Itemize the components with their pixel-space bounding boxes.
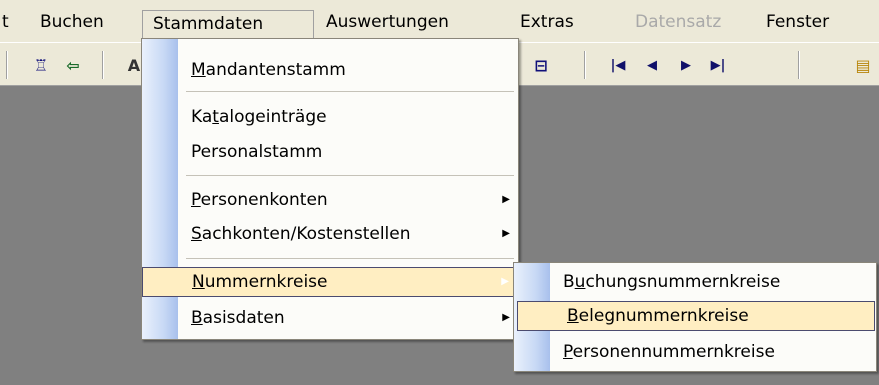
accel-key: N (192, 272, 205, 292)
next-record-icon[interactable]: ▶ (676, 55, 696, 75)
submenu-arrow-icon: ▶ (502, 228, 510, 239)
accel-key: P (563, 342, 573, 362)
menu-item-nummernkreise[interactable]: Nummernkreise ▶ (142, 267, 518, 297)
menu-item-label: andantenstamm (205, 60, 346, 80)
menu-fenster[interactable]: Fenster (766, 10, 829, 34)
menu-item-label: elegnummernkreise (578, 306, 749, 326)
accel-key: S (191, 224, 202, 244)
grid-icon[interactable]: ⊟ (528, 55, 554, 75)
last-record-icon[interactable]: ▶| (706, 55, 730, 75)
menu-buchen[interactable]: Buchen (40, 10, 104, 34)
menu-bar: t Buchen Stammdaten Auswertungen Extras … (0, 0, 879, 42)
employee-icon[interactable]: ♖ (30, 55, 52, 75)
first-record-icon[interactable]: |◀ (606, 55, 630, 75)
menu-item-belegnummernkreise[interactable]: Belegnummernkreise (517, 301, 875, 331)
accel-key: M (191, 60, 206, 80)
menu-item-label: chungsnummernkreise (585, 272, 781, 292)
accel-key: u (574, 272, 586, 292)
submenu-arrow-icon: ▶ (502, 312, 510, 323)
menu-item-label: achkonten/Kostenstellen (201, 224, 411, 244)
menu-datensatz: Datensatz (635, 12, 722, 32)
menu-item-sachkonten[interactable]: Sachkonten/Kostenstellen ▶ (142, 219, 518, 249)
toolbar-separator (102, 51, 104, 79)
menu-item-mandantenstamm[interactable]: Mandantenstamm (142, 55, 518, 85)
menu-item-label: ummernkreise (204, 272, 328, 292)
submenu-arrow-icon: ▶ (501, 276, 509, 287)
menu-item-label: B (563, 272, 575, 292)
text-icon[interactable]: A (126, 55, 142, 75)
menu-item-label: ersonennummernkreise (572, 342, 775, 362)
import-icon[interactable]: ⇦ (62, 55, 84, 75)
menu-item-label: Personalstamm (191, 142, 323, 162)
menu-stammdaten[interactable]: Stammdaten (142, 10, 314, 38)
menu-item-basisdaten[interactable]: Basisdaten ▶ (142, 303, 518, 333)
accel-key: P (191, 190, 201, 210)
menu-item-personalstamm[interactable]: Personalstamm (142, 137, 518, 167)
menu-item-personennummernkreise[interactable]: Personennummernkreise (514, 337, 876, 367)
stammdaten-menu: Mandantenstamm Katalogeinträge Personals… (141, 38, 519, 340)
menu-item-katalogeintraege[interactable]: Katalogeinträge (142, 102, 518, 132)
menu-item-label: asisdaten (202, 308, 285, 328)
previous-record-icon[interactable]: ◀ (642, 55, 662, 75)
accel-key: t (212, 107, 219, 127)
toolbar-separator (584, 51, 586, 79)
clipboard-icon[interactable]: ▤ (852, 55, 874, 75)
menu-separator (186, 258, 514, 259)
nummernkreise-submenu: Buchungsnummernkreise Belegnummernkreise… (513, 262, 877, 372)
menu-item-label: alogeinträge (218, 107, 327, 127)
menu-extras[interactable]: Extras (520, 10, 574, 34)
menu-separator (186, 91, 514, 92)
submenu-arrow-icon: ▶ (502, 194, 510, 205)
accel-key: B (567, 306, 579, 326)
menu-item-personenkonten[interactable]: Personenkonten ▶ (142, 185, 518, 215)
menu-separator (186, 175, 514, 176)
menu-item-buchungsnummernkreise[interactable]: Buchungsnummernkreise (514, 267, 876, 297)
accel-key: B (191, 308, 203, 328)
menu-auswertungen[interactable]: Auswertungen (326, 10, 449, 34)
toolbar-separator (6, 51, 8, 79)
menu-item-partial[interactable]: t (2, 10, 9, 34)
toolbar-separator (798, 51, 800, 79)
menu-item-label: ersonenkonten (200, 190, 328, 210)
menu-item-label: Ka (191, 107, 213, 127)
